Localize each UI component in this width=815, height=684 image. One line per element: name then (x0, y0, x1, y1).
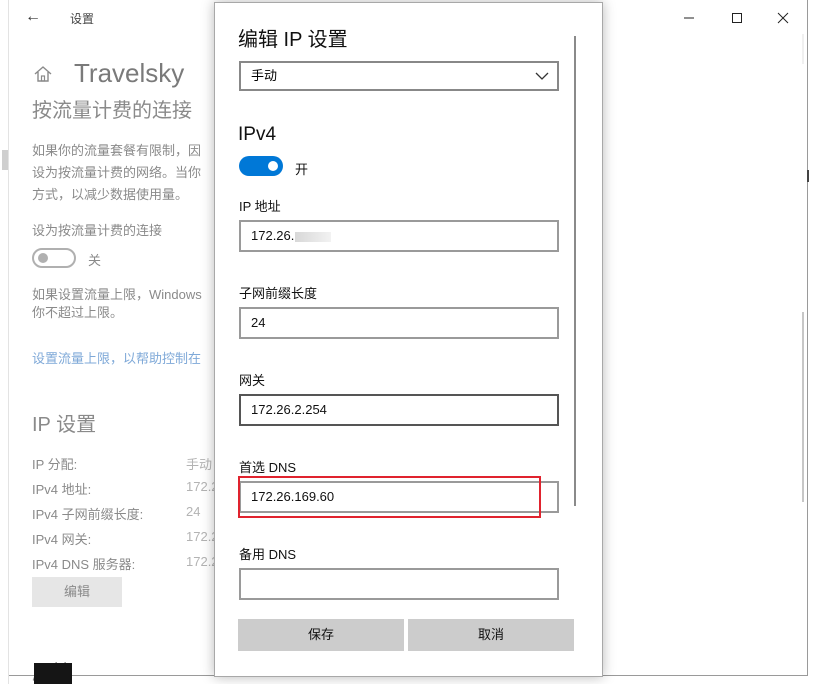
scrollbar-track (802, 34, 804, 64)
limit-description: 如果设置流量上限，Windows 你不超过上限。 (32, 286, 217, 322)
redacted-mask (295, 231, 332, 242)
ip-row-key: IPv4 子网前缀长度: (32, 507, 144, 522)
ipv4-toggle[interactable] (239, 156, 283, 176)
ip-assignment-row: IP 分配: 手动 (32, 454, 217, 474)
preferred-dns-label: 首选 DNS (239, 460, 297, 475)
description-line: 如果你的流量套餐有限制，因 (32, 143, 202, 158)
metered-label: 设为按流量计费的连接 (32, 223, 163, 238)
back-arrow-icon[interactable]: ← (22, 6, 44, 28)
ip-address-label: IP 地址 (239, 199, 281, 214)
ip-row-key: IPv4 地址: (32, 482, 92, 497)
app-title: 设置 (70, 12, 95, 26)
ip-row-value: 手动 (186, 457, 213, 472)
chevron-down-icon (535, 72, 549, 80)
alternate-dns-field[interactable] (239, 568, 559, 600)
save-button[interactable]: 保存 (238, 619, 404, 651)
ip-row-value: 172.2 (186, 554, 217, 569)
network-name: Travelsky (74, 58, 185, 88)
cancel-button[interactable]: 取消 (408, 619, 574, 651)
data-limit-link[interactable]: 设置流量上限，以帮助控制在 (32, 348, 217, 367)
ip-mode-value: 手动 (251, 68, 278, 83)
ip-row-value: 172.2 (186, 529, 217, 544)
edit-button[interactable]: 编辑 (32, 577, 122, 607)
page-title: 按流量计费的连接 (32, 100, 192, 122)
metered-toggle-state: 关 (88, 253, 102, 268)
ipv4-toggle-state: 开 (295, 162, 309, 177)
ipv4-prefix-row: IPv4 子网前缀长度: 24 (32, 504, 217, 524)
prefix-length-value: 24 (251, 315, 266, 330)
window-left-edge (0, 0, 9, 684)
ipv4-heading: IPv4 (238, 124, 277, 145)
ip-row-key: IP 分配: (32, 457, 78, 472)
maximize-button[interactable] (714, 0, 760, 34)
scrollbar-thumb[interactable] (802, 312, 804, 502)
ipv4-address-row: IPv4 地址: 172.2 (32, 479, 217, 499)
ipv4-gateway-row: IPv4 网关: 172.2 (32, 529, 217, 549)
dialog-scrollbar[interactable] (574, 36, 576, 506)
home-icon[interactable] (33, 64, 53, 84)
ip-row-value: 24 (186, 504, 201, 519)
close-button[interactable] (760, 0, 806, 34)
ip-row-value: 172.2 (186, 479, 217, 494)
highlight-box (238, 476, 541, 518)
metered-toggle[interactable] (32, 248, 76, 268)
ip-row-key: IPv4 网关: (32, 532, 92, 547)
description-line: 设为按流量计费的网络。当你 (32, 165, 202, 180)
background-fragment (2, 150, 8, 170)
ip-address-field[interactable]: 172.26. (239, 220, 559, 252)
background-fragment (807, 170, 809, 182)
dialog-title: 编辑 IP 设置 (238, 29, 348, 51)
edit-ip-dialog: 编辑 IP 设置 手动 IPv4 开 IP 地址 172.26. 子网前缀长度 … (214, 2, 603, 677)
gateway-label: 网关 (239, 373, 266, 388)
ip-settings-heading: IP 设置 (32, 414, 97, 436)
limit-line: 你不超过上限。 (32, 305, 124, 320)
limit-line: 如果设置流量上限，Windows (32, 287, 202, 302)
minimize-button[interactable] (666, 0, 712, 34)
description-line: 方式，以减少数据使用量。 (32, 187, 189, 202)
ip-address-value: 172.26. (251, 228, 295, 243)
alternate-dns-label: 备用 DNS (239, 547, 297, 562)
ip-mode-select[interactable]: 手动 (239, 61, 559, 91)
ip-row-key: IPv4 DNS 服务器: (32, 557, 136, 572)
gateway-field[interactable]: 172.26.2.254 (239, 394, 559, 426)
ipv4-dns-row: IPv4 DNS 服务器: 172.2 (32, 554, 217, 574)
gateway-value: 172.26.2.254 (251, 402, 327, 417)
metered-description: 如果你的流量套餐有限制，因 设为按流量计费的网络。当你 方式，以减少数据使用量。 (32, 140, 217, 206)
prefix-length-label: 子网前缀长度 (239, 286, 318, 301)
prefix-length-field[interactable]: 24 (239, 307, 559, 339)
background-fragment (34, 663, 72, 684)
